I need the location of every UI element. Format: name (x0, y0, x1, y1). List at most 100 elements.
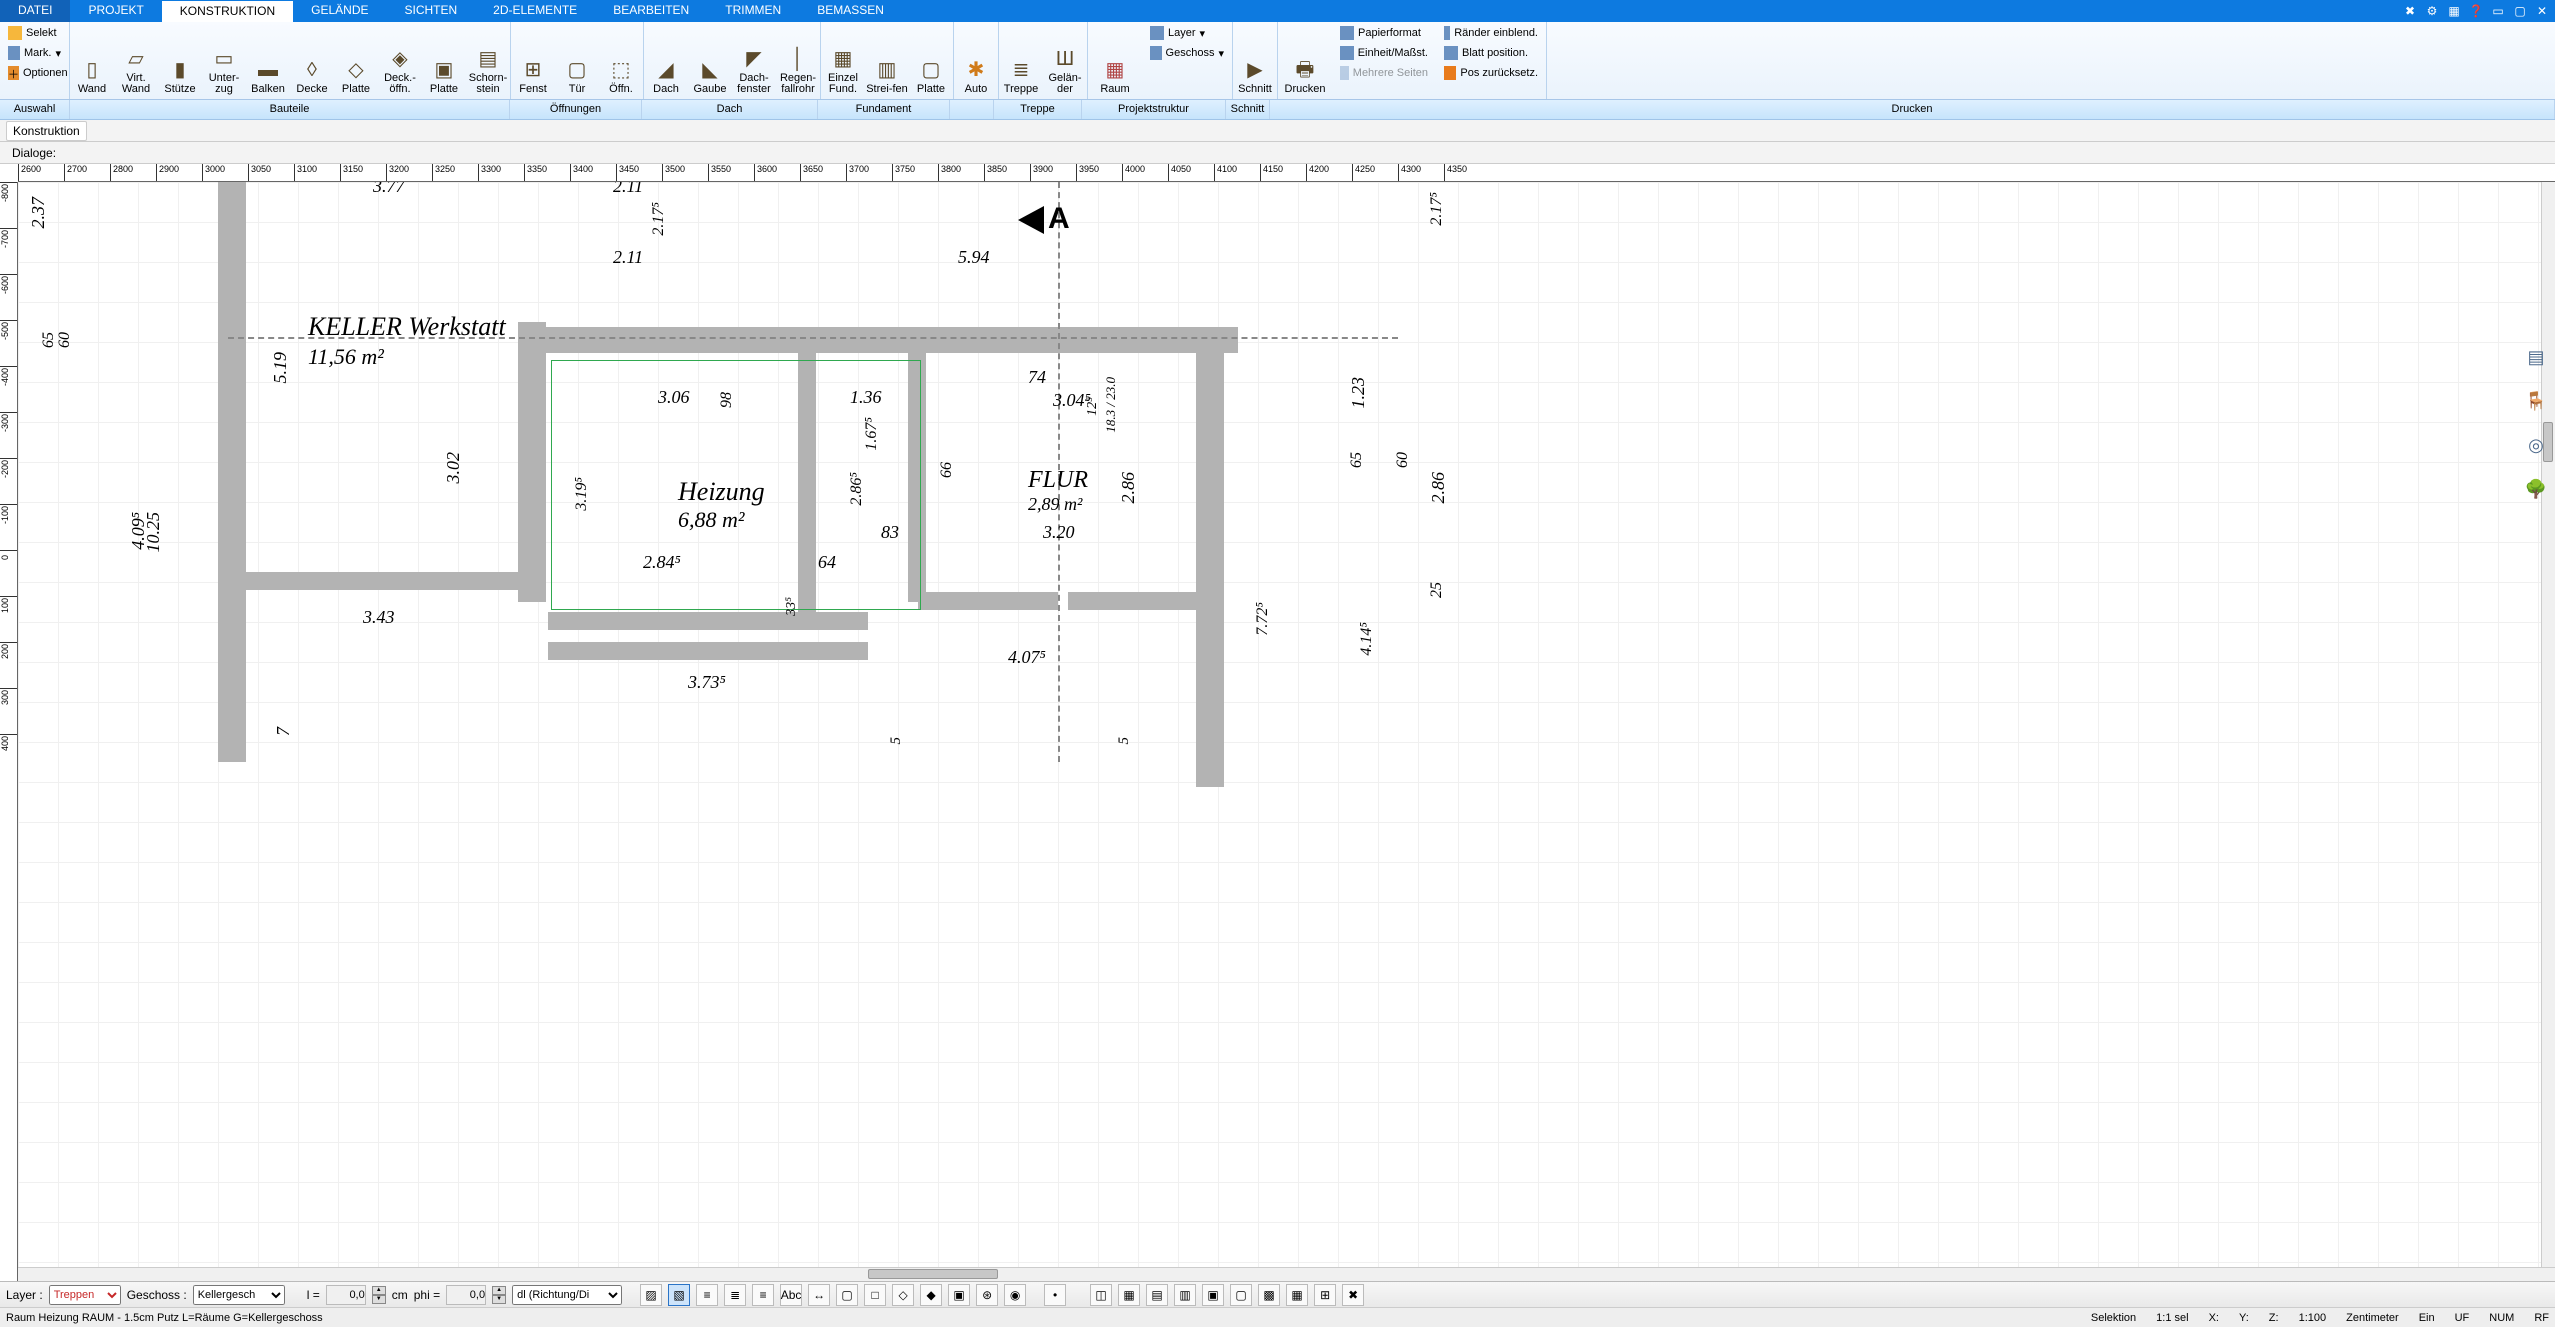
btn-einheit[interactable]: Einheit/Maßst. (1336, 44, 1432, 62)
btn-treppe[interactable]: ≣Treppe (999, 22, 1043, 99)
bico-16[interactable]: ◫ (1090, 1284, 1112, 1306)
tab-projekt[interactable]: PROJEKT (70, 0, 161, 22)
btn-tuer[interactable]: ▢Tür (555, 22, 599, 99)
bico-19[interactable]: ▥ (1174, 1284, 1196, 1306)
bico-17[interactable]: ▦ (1118, 1284, 1140, 1306)
phi-input[interactable] (446, 1285, 486, 1305)
sys-icon-6[interactable]: ▢ (2511, 4, 2529, 18)
tab-gelaende[interactable]: GELÄNDE (293, 0, 386, 22)
btn-dach[interactable]: ◢Dach (644, 22, 688, 99)
side-furniture-icon[interactable]: 🪑 (2523, 388, 2549, 414)
dl-select[interactable]: dl (Richtung/Di (512, 1285, 622, 1305)
side-tree-icon[interactable]: 🌳 (2523, 476, 2549, 502)
btn-fenst[interactable]: ⊞Fenst (511, 22, 555, 99)
tab-konstruktion-sub[interactable]: Konstruktion (6, 121, 87, 141)
btn-deckoeffn[interactable]: ◈Deck.-öffn. (378, 22, 422, 99)
tab-2d[interactable]: 2D-ELEMENTE (475, 0, 595, 22)
side-target-icon[interactable]: ◎ (2523, 432, 2549, 458)
dim-125: 12⁵ (1085, 397, 1101, 416)
phi-up[interactable]: ▲ (492, 1286, 506, 1295)
tab-bemassen[interactable]: BEMASSEN (799, 0, 902, 22)
sys-icon-4[interactable]: ❓ (2467, 4, 2485, 18)
bico-9[interactable]: □ (864, 1284, 886, 1306)
lbl-fund: Fundament (818, 100, 950, 119)
bico-22[interactable]: ▩ (1258, 1284, 1280, 1306)
btn-fundplatte[interactable]: ▢Platte (909, 22, 953, 99)
lbl-treppe: Treppe (994, 100, 1082, 119)
btn-papier[interactable]: Papierformat (1336, 24, 1432, 42)
bico-24[interactable]: ⊞ (1314, 1284, 1336, 1306)
bico-14[interactable]: ◉ (1004, 1284, 1026, 1306)
bico-5[interactable]: ≡ (752, 1284, 774, 1306)
l-up[interactable]: ▲ (372, 1286, 386, 1295)
bico-21[interactable]: ▢ (1230, 1284, 1252, 1306)
bico-1[interactable]: ▨ (640, 1284, 662, 1306)
bico-11[interactable]: ◆ (920, 1284, 942, 1306)
bico-7[interactable]: ↔ (808, 1284, 830, 1306)
l-input[interactable] (326, 1285, 366, 1305)
layer-select[interactable]: Treppen (49, 1285, 121, 1305)
bico-18[interactable]: ▤ (1146, 1284, 1168, 1306)
tab-bearbeiten[interactable]: BEARBEITEN (595, 0, 707, 22)
btn-einzelfund[interactable]: ▦Einzel Fund. (821, 22, 865, 99)
phi-down[interactable]: ▼ (492, 1295, 506, 1304)
btn-platte2[interactable]: ▣Platte (422, 22, 466, 99)
bico-4[interactable]: ≣ (724, 1284, 746, 1306)
btn-layer[interactable]: Layer ▾ (1146, 24, 1228, 42)
status-info: Raum Heizung RAUM - 1.5cm Putz L=Räume G… (6, 1312, 323, 1324)
btn-schornstein[interactable]: ▤Schorn-stein (466, 22, 510, 99)
btn-oeffn[interactable]: ⬚Öffn. (599, 22, 643, 99)
dim-211b: 2.11 (613, 247, 643, 268)
tab-sichten[interactable]: SICHTEN (387, 0, 476, 22)
btn-auto[interactable]: ✱Auto (954, 22, 998, 99)
btn-mehrere[interactable]: Mehrere Seiten (1336, 64, 1432, 82)
scrollbar-horizontal[interactable] (18, 1267, 2555, 1281)
tab-konstruktion[interactable]: KONSTRUKTION (162, 0, 293, 22)
l-down[interactable]: ▼ (372, 1295, 386, 1304)
drawing-canvas[interactable]: KELLER Werkstatt 11,56 m² Heizung 6,88 m… (18, 182, 2555, 1281)
side-layers-icon[interactable]: ▤ (2523, 344, 2549, 370)
status-sel: Selektion (2091, 1312, 2136, 1324)
bico-20[interactable]: ▣ (1202, 1284, 1224, 1306)
btn-decke[interactable]: ◊Decke (290, 22, 334, 99)
btn-geschoss[interactable]: Geschoss ▾ (1146, 44, 1228, 62)
btn-mark[interactable]: Mark. ▾ (4, 44, 65, 62)
tab-trimmen[interactable]: TRIMMEN (707, 0, 799, 22)
btn-gaube[interactable]: ◣Gaube (688, 22, 732, 99)
sys-icon-2[interactable]: ⚙ (2423, 4, 2441, 18)
btn-wand[interactable]: ▯Wand (70, 22, 114, 99)
btn-pos[interactable]: Pos zurücksetz. (1440, 64, 1542, 82)
sys-icon-7[interactable]: ✕ (2533, 4, 2551, 18)
bico-23[interactable]: ▦ (1286, 1284, 1308, 1306)
btn-raender[interactable]: Ränder einblend. (1440, 24, 1542, 42)
btn-regen[interactable]: │Regen-fallrohr (776, 22, 820, 99)
bico-10[interactable]: ◇ (892, 1284, 914, 1306)
bico-3[interactable]: ≡ (696, 1284, 718, 1306)
sys-icon-1[interactable]: ✖ (2401, 4, 2419, 18)
bico-25[interactable]: ✖ (1342, 1284, 1364, 1306)
geschoss-select[interactable]: Kellergesch (193, 1285, 285, 1305)
btn-selekt[interactable]: Selekt (4, 24, 65, 42)
btn-optionen[interactable]: ＋Optionen (4, 64, 65, 82)
btn-gelaender[interactable]: ШGelän-der (1043, 22, 1087, 99)
bico-12[interactable]: ▣ (948, 1284, 970, 1306)
btn-balken[interactable]: ▬Balken (246, 22, 290, 99)
btn-dachfenster[interactable]: ◤Dach-fenster (732, 22, 776, 99)
tab-file[interactable]: DATEI (0, 0, 70, 22)
btn-platte1[interactable]: ◇Platte (334, 22, 378, 99)
sys-icon-3[interactable]: ▦ (2445, 4, 2463, 18)
btn-stuetze[interactable]: ▮Stütze (158, 22, 202, 99)
btn-schnitt[interactable]: ▶Schnitt (1233, 22, 1277, 99)
btn-blatt[interactable]: Blatt position. (1440, 44, 1542, 62)
btn-raum[interactable]: ▦Raum (1088, 22, 1142, 99)
bico-6[interactable]: Abc (780, 1284, 802, 1306)
sys-icon-5[interactable]: ▭ (2489, 4, 2507, 18)
bico-13[interactable]: ⊛ (976, 1284, 998, 1306)
bico-2[interactable]: ▧ (668, 1284, 690, 1306)
btn-virtwand[interactable]: ▱Virt. Wand (114, 22, 158, 99)
btn-drucken[interactable]: 🖶Drucken (1278, 22, 1332, 99)
bico-15[interactable]: • (1044, 1284, 1066, 1306)
bico-8[interactable]: ▢ (836, 1284, 858, 1306)
btn-unterzug[interactable]: ▭Unter-zug (202, 22, 246, 99)
btn-streifen[interactable]: ▥Strei-fen (865, 22, 909, 99)
